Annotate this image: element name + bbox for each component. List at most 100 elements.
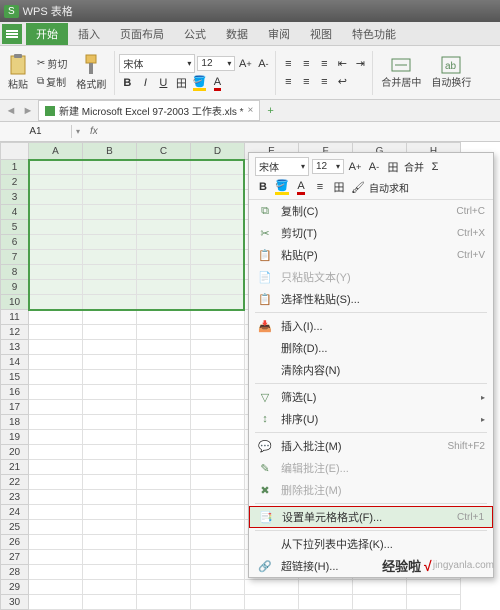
row-header[interactable]: 22: [1, 475, 29, 490]
mini-shrink-font[interactable]: A-: [366, 159, 382, 175]
nav-next-icon[interactable]: ►: [21, 104, 35, 118]
name-box[interactable]: A1: [0, 125, 72, 138]
align-bot-button[interactable]: ≡: [316, 56, 332, 72]
row-header[interactable]: 9: [1, 280, 29, 295]
ctx-format-cells[interactable]: 📑设置单元格格式(F)...Ctrl+1: [249, 506, 493, 528]
copy-button[interactable]: ⧉复制: [34, 73, 70, 90]
col-header[interactable]: C: [137, 143, 191, 160]
ctx-sort[interactable]: ↕排序(U)▸: [249, 408, 493, 430]
align-mid-button[interactable]: ≡: [298, 56, 314, 72]
align-right-button[interactable]: ≡: [316, 74, 332, 90]
wrap-button[interactable]: ↩: [334, 74, 350, 90]
menu-button[interactable]: [2, 24, 22, 44]
col-header[interactable]: B: [83, 143, 137, 160]
fmtpainter-button[interactable]: 格式刷: [72, 53, 110, 92]
doc-tab[interactable]: 新建 Microsoft Excel 97-2003 工作表.xls * ×: [38, 100, 260, 121]
font-color-button[interactable]: A: [209, 75, 225, 91]
row-header[interactable]: 5: [1, 220, 29, 235]
row-header[interactable]: 15: [1, 370, 29, 385]
underline-button[interactable]: U: [155, 75, 171, 91]
row-header[interactable]: 12: [1, 325, 29, 340]
fill-color-button[interactable]: 🪣: [191, 75, 207, 91]
row-header[interactable]: 24: [1, 505, 29, 520]
ctx-copy[interactable]: ⧉复制(C)Ctrl+C: [249, 200, 493, 222]
tab-review[interactable]: 审阅: [258, 23, 300, 45]
merge-button[interactable]: 合并居中: [377, 55, 425, 90]
namebox-chevron-icon[interactable]: ▾: [72, 127, 84, 136]
italic-button[interactable]: I: [137, 75, 153, 91]
ctx-picklist[interactable]: 从下拉列表中选择(K)...: [249, 533, 493, 555]
row-header[interactable]: 29: [1, 580, 29, 595]
mini-border[interactable]: 田: [331, 179, 347, 195]
ctx-paste-special[interactable]: 📋选择性粘贴(S)...: [249, 288, 493, 310]
indent-dec-button[interactable]: ⇤: [334, 56, 350, 72]
paste-button[interactable]: 粘贴: [4, 53, 32, 92]
cut-button[interactable]: ✂剪切: [34, 55, 70, 72]
mini-align[interactable]: ≡: [312, 179, 328, 195]
mini-fmtpainter[interactable]: 🖌: [350, 179, 366, 195]
mini-fill-color[interactable]: 🪣: [274, 179, 290, 195]
close-icon[interactable]: ×: [248, 105, 254, 116]
col-header[interactable]: D: [191, 143, 245, 160]
mini-size-combo[interactable]: 12▾: [312, 159, 344, 174]
row-header[interactable]: 8: [1, 265, 29, 280]
mini-font-combo[interactable]: 宋体▾: [255, 157, 309, 176]
ctx-clear[interactable]: 清除内容(N): [249, 359, 493, 381]
row-header[interactable]: 6: [1, 235, 29, 250]
add-tab-button[interactable]: +: [267, 105, 273, 117]
ctx-insert[interactable]: 📥插入(I)...: [249, 315, 493, 337]
ctx-paste[interactable]: 📋粘贴(P)Ctrl+V: [249, 244, 493, 266]
fx-icon[interactable]: fx: [84, 126, 104, 137]
bold-button[interactable]: B: [119, 75, 135, 91]
row-header[interactable]: 11: [1, 310, 29, 325]
align-left-button[interactable]: ≡: [280, 74, 296, 90]
row-header[interactable]: 27: [1, 550, 29, 565]
row-header[interactable]: 1: [1, 160, 29, 175]
row-header[interactable]: 13: [1, 340, 29, 355]
ctx-delete[interactable]: 删除(D)...: [249, 337, 493, 359]
indent-inc-button[interactable]: ⇥: [352, 56, 368, 72]
row-header[interactable]: 28: [1, 565, 29, 580]
row-header[interactable]: 17: [1, 400, 29, 415]
ctx-cut[interactable]: ✂剪切(T)Ctrl+X: [249, 222, 493, 244]
row-header[interactable]: 23: [1, 490, 29, 505]
tab-data[interactable]: 数据: [216, 23, 258, 45]
mini-merge-button[interactable]: 田: [385, 159, 401, 175]
border-button[interactable]: 田: [173, 75, 189, 91]
row-header[interactable]: 21: [1, 460, 29, 475]
col-header[interactable]: A: [29, 143, 83, 160]
tab-special[interactable]: 特色功能: [342, 23, 406, 45]
row-header[interactable]: 14: [1, 355, 29, 370]
size-combo[interactable]: 12▾: [197, 56, 235, 71]
mini-grow-font[interactable]: A+: [347, 159, 363, 175]
autowrap-button[interactable]: ab 自动换行: [427, 55, 475, 90]
align-top-button[interactable]: ≡: [280, 56, 296, 72]
row-header[interactable]: 19: [1, 430, 29, 445]
row-header[interactable]: 26: [1, 535, 29, 550]
mini-merge-label[interactable]: 合并: [404, 159, 424, 174]
mini-sum-button[interactable]: Σ: [427, 159, 443, 175]
ctx-insert-comment[interactable]: 💬插入批注(M)Shift+F2: [249, 435, 493, 457]
row-header[interactable]: 7: [1, 250, 29, 265]
tab-home[interactable]: 开始: [26, 23, 68, 45]
row-header[interactable]: 25: [1, 520, 29, 535]
row-header[interactable]: 2: [1, 175, 29, 190]
shrink-font-button[interactable]: A-: [255, 56, 271, 72]
tab-pagelayout[interactable]: 页面布局: [110, 23, 174, 45]
mini-bold[interactable]: B: [255, 179, 271, 195]
row-header[interactable]: 18: [1, 415, 29, 430]
grow-font-button[interactable]: A+: [237, 56, 253, 72]
row-header[interactable]: 10: [1, 295, 29, 310]
row-header[interactable]: 16: [1, 385, 29, 400]
mini-sum-label[interactable]: 自动求和: [369, 180, 409, 195]
row-header[interactable]: 4: [1, 205, 29, 220]
ctx-filter[interactable]: ▽筛选(L)▸: [249, 386, 493, 408]
tab-formula[interactable]: 公式: [174, 23, 216, 45]
row-header[interactable]: 30: [1, 595, 29, 610]
align-center-button[interactable]: ≡: [298, 74, 314, 90]
font-combo[interactable]: 宋体▾: [119, 54, 195, 73]
tab-insert[interactable]: 插入: [68, 23, 110, 45]
mini-font-color[interactable]: A: [293, 179, 309, 195]
corner-cell[interactable]: [1, 143, 29, 160]
nav-prev-icon[interactable]: ◄: [4, 104, 18, 118]
